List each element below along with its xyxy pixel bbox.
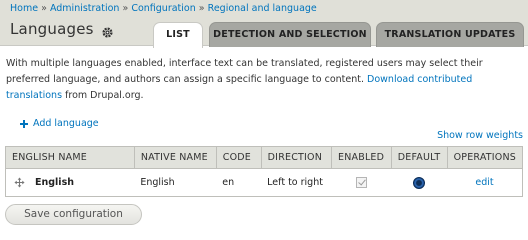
- code-cell: en: [216, 168, 262, 197]
- breadcrumb-administration[interactable]: Administration: [50, 3, 120, 14]
- drag-handle-icon[interactable]: [14, 177, 25, 188]
- table-row: English English en Left to right edit: [5, 168, 524, 197]
- gear-icon[interactable]: [102, 24, 113, 38]
- english-name-cell: English: [5, 168, 135, 197]
- native-name-cell: English: [134, 168, 217, 197]
- save-configuration-button[interactable]: Save configuration: [5, 204, 142, 225]
- tab-list[interactable]: LIST: [153, 22, 203, 48]
- page-description: With multiple languages enabled, interfa…: [6, 56, 521, 104]
- column-header-code: CODE: [215, 146, 262, 169]
- column-header-default: DEFAULT: [390, 146, 448, 169]
- tab-translation-updates[interactable]: TRANSLATION UPDATES: [376, 22, 524, 47]
- show-row-weights-link[interactable]: Show row weights: [437, 130, 523, 141]
- column-header-direction: DIRECTION: [260, 146, 332, 169]
- breadcrumb-regional-and-language[interactable]: Regional and language: [208, 3, 317, 14]
- add-language-label: Add language: [33, 118, 99, 129]
- tab-detection-and-selection[interactable]: DETECTION AND SELECTION: [209, 22, 371, 47]
- breadcrumb-home[interactable]: Home: [10, 3, 38, 14]
- add-language-link[interactable]: Add language: [20, 118, 99, 129]
- breadcrumb-separator: »: [122, 3, 129, 14]
- column-header-native-name: NATIVE NAME: [133, 146, 217, 169]
- english-name: English: [35, 177, 74, 188]
- page-title-text: Languages: [10, 20, 94, 38]
- enabled-checkbox[interactable]: [355, 177, 367, 188]
- enabled-cell: [331, 168, 392, 197]
- default-radio[interactable]: [413, 176, 426, 189]
- table-header-row: ENGLISH NAME NATIVE NAME CODE DIRECTION …: [5, 146, 524, 169]
- description-after: from Drupal.org.: [62, 90, 144, 101]
- column-header-operations: OPERATIONS: [446, 146, 524, 169]
- column-header-english-name: ENGLISH NAME: [5, 146, 135, 169]
- column-header-enabled: ENABLED: [330, 146, 392, 169]
- plus-icon: [20, 119, 28, 128]
- breadcrumb-configuration[interactable]: Configuration: [131, 3, 195, 14]
- page-header: Home » Administration » Configuration » …: [0, 0, 528, 48]
- operations-cell: edit: [447, 168, 524, 197]
- breadcrumb: Home » Administration » Configuration » …: [10, 3, 317, 14]
- page-title: Languages: [10, 20, 113, 38]
- default-cell: [391, 168, 448, 197]
- edit-link[interactable]: edit: [475, 177, 493, 188]
- direction-cell: Left to right: [261, 168, 332, 197]
- breadcrumb-separator: »: [198, 3, 205, 14]
- languages-table: ENGLISH NAME NATIVE NAME CODE DIRECTION …: [5, 146, 524, 197]
- breadcrumb-separator: »: [41, 3, 47, 14]
